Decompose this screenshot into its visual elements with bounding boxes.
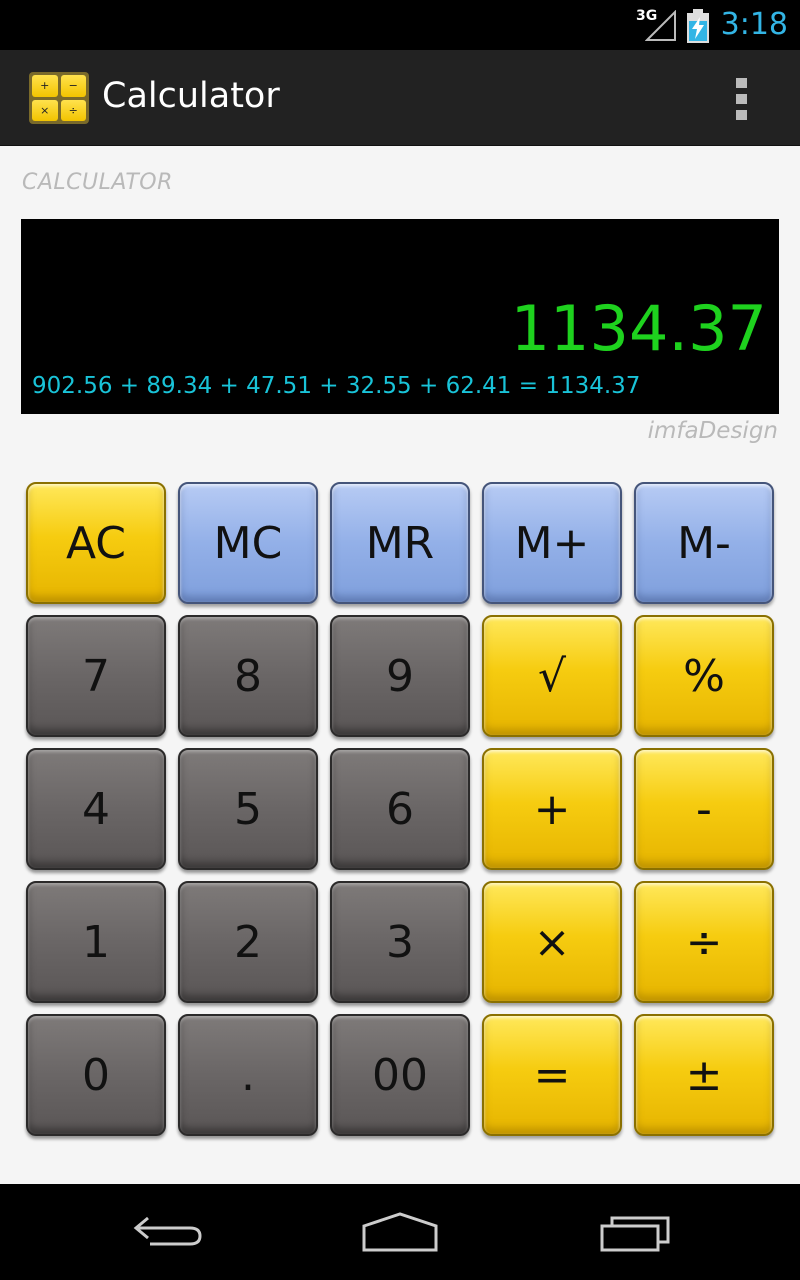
status-bar: 3G 3:18: [0, 0, 800, 50]
signal-icon: [645, 10, 676, 41]
app-icon-symbol: +: [32, 75, 58, 97]
plus-button[interactable]: +: [482, 748, 622, 870]
battery-charging-icon: [687, 9, 709, 43]
back-icon[interactable]: [128, 1206, 208, 1256]
calculator-display: 1134.37 902.56 + 89.34 + 47.51 + 32.55 +…: [21, 219, 779, 414]
app-icon-symbol: ÷: [60, 99, 86, 121]
memory-recall-button[interactable]: MR: [330, 482, 470, 604]
calculator-app-icon[interactable]: + − × ÷: [29, 72, 89, 124]
overflow-menu-icon[interactable]: [736, 78, 748, 120]
app-title: Calculator: [102, 76, 280, 116]
plus-minus-button[interactable]: ±: [634, 1014, 774, 1136]
all-clear-button[interactable]: AC: [26, 482, 166, 604]
digit-3-button[interactable]: 3: [330, 881, 470, 1003]
brand-label: imfaDesign: [647, 418, 778, 444]
section-label: CALCULATOR: [22, 170, 173, 195]
digit-6-button[interactable]: 6: [330, 748, 470, 870]
digit-5-button[interactable]: 5: [178, 748, 318, 870]
digit-9-button[interactable]: 9: [330, 615, 470, 737]
multiply-button[interactable]: ×: [482, 881, 622, 1003]
memory-plus-button[interactable]: M+: [482, 482, 622, 604]
equals-button[interactable]: =: [482, 1014, 622, 1136]
digit-8-button[interactable]: 8: [178, 615, 318, 737]
memory-minus-button[interactable]: M-: [634, 482, 774, 604]
home-icon[interactable]: [358, 1206, 442, 1256]
display-value: 1134.37: [510, 292, 767, 365]
digit-7-button[interactable]: 7: [26, 615, 166, 737]
app-icon-symbol: −: [60, 75, 86, 97]
action-bar: + − × ÷ Calculator: [0, 50, 800, 146]
keypad: AC MC MR M+ M- 7 8 9 √ % 4 5 6 + - 1 2 3…: [26, 482, 774, 1136]
square-root-button[interactable]: √: [482, 615, 622, 737]
minus-button[interactable]: -: [634, 748, 774, 870]
digit-0-button[interactable]: 0: [26, 1014, 166, 1136]
decimal-point-button[interactable]: .: [178, 1014, 318, 1136]
digit-2-button[interactable]: 2: [178, 881, 318, 1003]
digit-1-button[interactable]: 1: [26, 881, 166, 1003]
navigation-bar: [0, 1184, 800, 1280]
display-expression: 902.56 + 89.34 + 47.51 + 32.55 + 62.41 =…: [32, 373, 641, 399]
digit-4-button[interactable]: 4: [26, 748, 166, 870]
recents-icon[interactable]: [596, 1206, 676, 1256]
divide-button[interactable]: ÷: [634, 881, 774, 1003]
memory-clear-button[interactable]: MC: [178, 482, 318, 604]
status-time: 3:18: [720, 7, 788, 42]
percent-button[interactable]: %: [634, 615, 774, 737]
app-icon-symbol: ×: [32, 99, 58, 121]
double-zero-button[interactable]: 00: [330, 1014, 470, 1136]
